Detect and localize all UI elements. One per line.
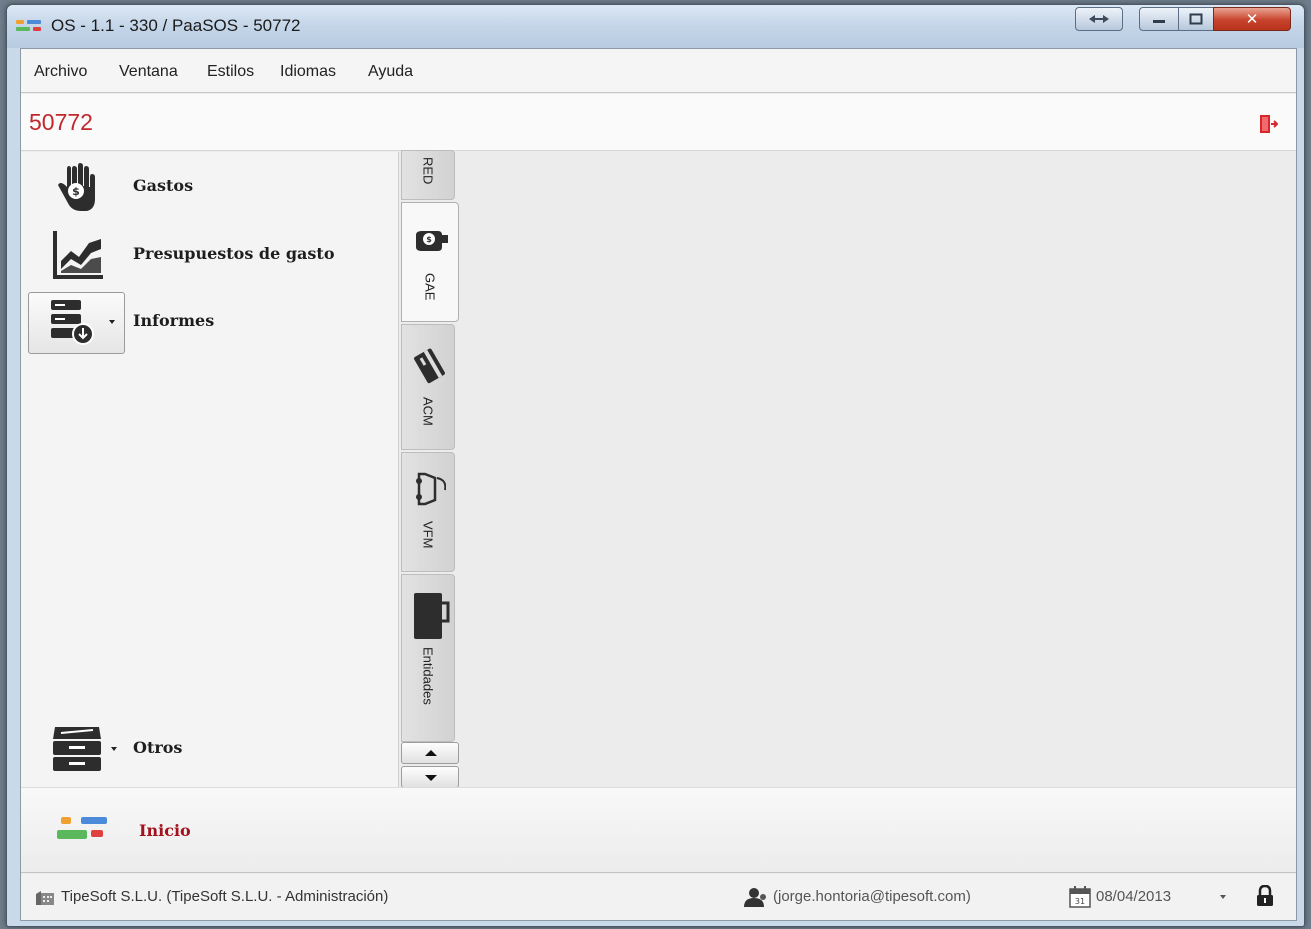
svg-text:$: $ (426, 235, 432, 244)
tabs-scroll-down-button[interactable] (401, 766, 459, 788)
building-icon (36, 891, 54, 905)
main-content-area (461, 152, 1296, 787)
user-icon (744, 888, 766, 907)
app-content: Archivo Ventana Estilos Idiomas Ayuda 50… (20, 48, 1297, 921)
sidebar-item-label: Informes (133, 311, 215, 330)
resize-button[interactable] (1075, 7, 1123, 31)
sidebar-item-presupuestos[interactable]: Presupuestos de gasto (21, 225, 399, 285)
tab-label: RED (420, 157, 436, 185)
tab-acm[interactable]: ACM (401, 324, 455, 450)
exit-icon[interactable] (1258, 114, 1278, 134)
home-bar: Inicio (21, 787, 1296, 873)
chevron-down-icon (109, 320, 115, 324)
page-title: 50772 (29, 109, 93, 135)
status-bar: TipeSoft S.L.U. (TipeSoft S.L.U. - Admin… (21, 874, 1296, 920)
inicio-link[interactable]: Inicio (139, 821, 191, 840)
archive-icon (53, 727, 101, 771)
maximize-button[interactable] (1178, 7, 1214, 31)
sidebar-item-label: Gastos (133, 176, 194, 195)
title-bar[interactable]: OS - 1.1 - 330 / PaaSOS - 50772 ✕ (7, 5, 1304, 48)
minimize-icon (1153, 20, 1165, 23)
sidebar-item-informes[interactable]: Informes (21, 292, 399, 354)
company-label: TipeSoft S.L.U. (TipeSoft S.L.U. - Admin… (61, 888, 389, 905)
arrow-down-icon (425, 775, 437, 781)
report-download-icon (51, 300, 94, 345)
close-icon: ✕ (1245, 10, 1259, 28)
hand-money-icon: $ (416, 231, 448, 251)
menu-estilos[interactable]: Estilos (207, 63, 254, 81)
chevron-down-icon (111, 747, 117, 751)
tab-label: VFM (420, 521, 436, 549)
menu-ventana[interactable]: Ventana (119, 63, 178, 81)
menu-ayuda[interactable]: Ayuda (368, 63, 413, 81)
car-key-icon (416, 472, 446, 506)
sidebar-item-otros[interactable]: Otros (21, 719, 399, 779)
menu-bar: Archivo Ventana Estilos Idiomas Ayuda (21, 49, 1296, 93)
date-field[interactable]: 08/04/2013 (1096, 888, 1171, 905)
tabs-scroll-up-button[interactable] (401, 742, 459, 764)
tab-label: ACM (420, 397, 436, 426)
sidebar-item-label: Presupuestos de gasto (133, 244, 335, 263)
module-tabs: RED $ GAE ACM VFM Entidades (399, 150, 461, 788)
menu-idiomas[interactable]: Idiomas (280, 63, 336, 81)
header-bar: 50772 (21, 94, 1296, 151)
tab-entidades[interactable]: Entidades (401, 574, 455, 742)
resize-arrows-icon (1089, 15, 1109, 23)
svg-text:31: 31 (1075, 897, 1085, 906)
briefcase-icon (414, 593, 450, 639)
window-title: OS - 1.1 - 330 / PaaSOS - 50772 (51, 16, 301, 35)
tab-gae[interactable]: $ GAE (401, 202, 459, 322)
tab-red[interactable]: RED (401, 150, 455, 200)
sidebar: $ Gastos Presupuestos de gasto Informes … (21, 152, 399, 787)
app-window: OS - 1.1 - 330 / PaaSOS - 50772 ✕ Archiv… (6, 4, 1305, 927)
maximize-icon (1189, 13, 1203, 25)
menu-archivo[interactable]: Archivo (34, 63, 87, 81)
user-label: (jorge.hontoria@tipesoft.com) (773, 888, 971, 905)
lock-icon[interactable] (1256, 885, 1274, 907)
card-icon (414, 348, 445, 384)
sidebar-item-label: Otros (133, 738, 183, 757)
app-logo-icon (16, 20, 44, 34)
svg-text:$: $ (72, 185, 80, 198)
hand-money-icon: $ (58, 163, 95, 211)
tab-vfm[interactable]: VFM (401, 452, 455, 572)
sidebar-item-gastos[interactable]: $ Gastos (21, 157, 399, 217)
arrow-up-icon (425, 750, 437, 756)
chart-icon (53, 231, 103, 279)
inicio-logo-icon[interactable] (57, 817, 109, 847)
tab-label: GAE (422, 273, 438, 301)
minimize-button[interactable] (1139, 7, 1179, 31)
calendar-icon[interactable]: 31 (1069, 886, 1091, 908)
chevron-down-icon[interactable] (1220, 895, 1226, 899)
close-button[interactable]: ✕ (1213, 7, 1291, 31)
tab-label: Entidades (420, 647, 436, 705)
